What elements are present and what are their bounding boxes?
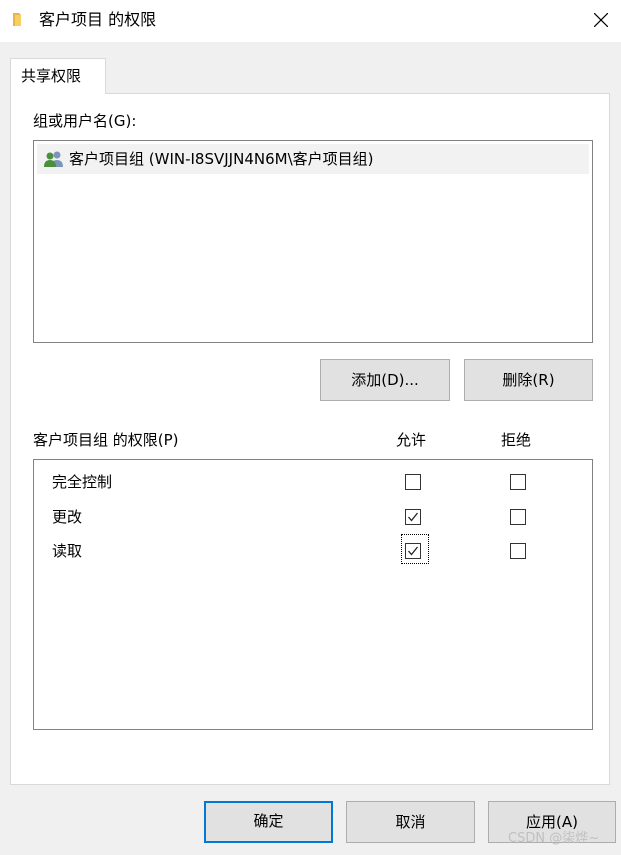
folder-icon (13, 13, 21, 26)
close-icon (594, 13, 608, 27)
remove-button-label: 删除(R) (502, 371, 555, 389)
permissions-label: 客户项目组 的权限(P) (33, 431, 179, 449)
ok-button[interactable]: 确定 (204, 801, 333, 843)
cancel-button[interactable]: 取消 (346, 801, 475, 843)
allow-header: 允许 (396, 431, 427, 449)
groups-listbox[interactable]: 客户项目组 (WIN-I8SVJJN4N6M\客户项目组) (33, 140, 593, 343)
add-button-label: 添加(D)... (351, 371, 419, 389)
add-button[interactable]: 添加(D)... (320, 359, 450, 401)
permissions-list (33, 459, 593, 730)
ok-button-label: 确定 (253, 812, 284, 830)
perm-read-label: 读取 (52, 542, 83, 560)
title-bar: 客户项目 的权限 (0, 0, 621, 42)
allow-change-checkbox[interactable] (405, 509, 421, 525)
perm-change-label: 更改 (52, 508, 83, 526)
groups-label: 组或用户名(G): (33, 112, 137, 130)
cancel-button-label: 取消 (395, 813, 426, 831)
allow-full-control-checkbox[interactable] (405, 474, 421, 490)
tab-share-permissions[interactable]: 共享权限 (10, 58, 106, 94)
remove-button[interactable]: 删除(R) (464, 359, 593, 401)
checkmark-icon (408, 512, 419, 522)
list-item-label: 客户项目组 (WIN-I8SVJJN4N6M\客户项目组) (69, 150, 374, 168)
watermark: CSDN @柒烨~ (508, 831, 600, 846)
perm-full-control-label: 完全控制 (52, 473, 113, 491)
deny-read-checkbox[interactable] (510, 543, 526, 559)
list-item[interactable]: 客户项目组 (WIN-I8SVJJN4N6M\客户项目组) (37, 144, 589, 174)
deny-header: 拒绝 (501, 431, 532, 449)
allow-read-checkbox[interactable] (405, 543, 421, 559)
users-icon (44, 151, 63, 167)
deny-change-checkbox[interactable] (510, 509, 526, 525)
tab-label: 共享权限 (21, 67, 82, 85)
checkmark-icon (408, 546, 419, 556)
window-title: 客户项目 的权限 (39, 10, 157, 29)
deny-full-control-checkbox[interactable] (510, 474, 526, 490)
close-button[interactable] (583, 6, 619, 34)
